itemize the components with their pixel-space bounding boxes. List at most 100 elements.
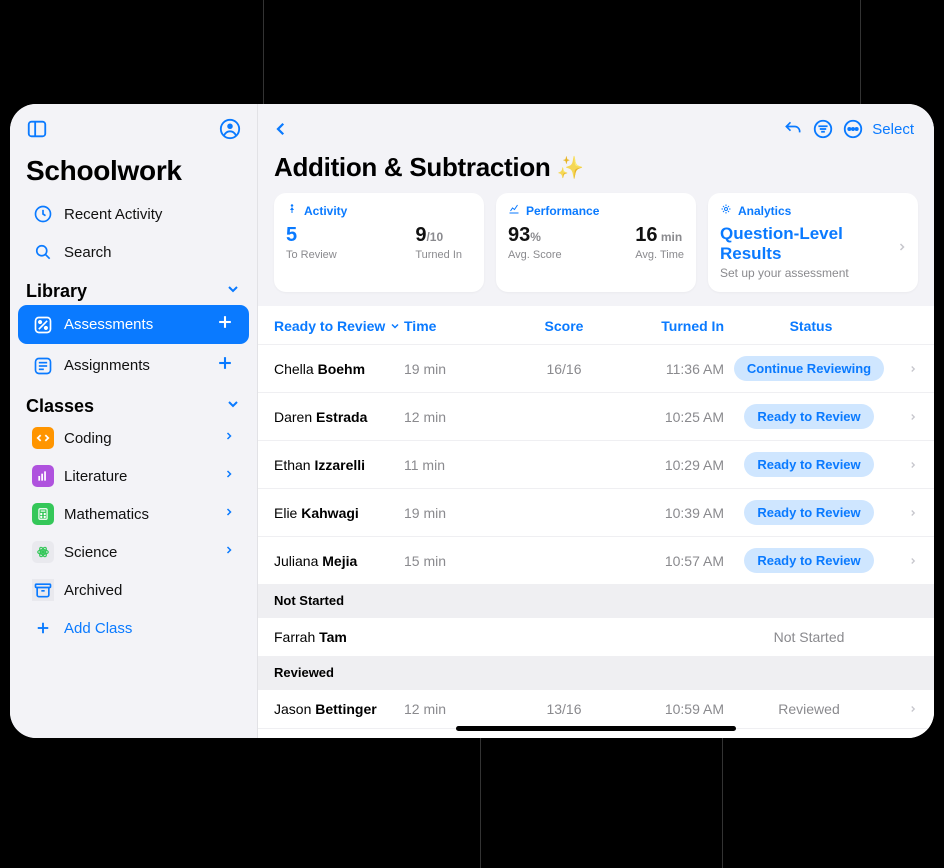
coding-icon xyxy=(32,427,54,449)
sidebar-search[interactable]: Search xyxy=(18,234,249,270)
performance-card[interactable]: Performance 93% Avg. Score 16 min Avg. T… xyxy=(496,193,696,292)
status-pill[interactable]: Continue Reviewing xyxy=(734,356,884,381)
turned-in-cell: 10:59 AM xyxy=(624,701,724,717)
status-text: Reviewed xyxy=(778,701,839,717)
back-button[interactable] xyxy=(266,114,296,144)
sidebar-item-label: Assignments xyxy=(64,357,150,374)
sidebar-toggle-icon[interactable] xyxy=(26,118,48,145)
sidebar-item-coding[interactable]: Coding xyxy=(18,420,249,456)
header-turned-in[interactable]: Turned In xyxy=(624,318,724,334)
more-button[interactable] xyxy=(838,114,868,144)
results-table: Ready to Review Time Score Turned In Sta… xyxy=(258,306,934,738)
status-cell: Ready to Review xyxy=(724,500,894,525)
chevron-down-icon xyxy=(389,320,401,332)
toolbar: Select xyxy=(258,104,934,144)
analytics-subtitle: Set up your assessment xyxy=(720,266,906,280)
sidebar-item-label: Archived xyxy=(64,582,122,599)
library-section-header[interactable]: Library xyxy=(10,271,257,304)
analytics-title: Question-Level Results xyxy=(720,224,906,264)
home-indicator[interactable] xyxy=(456,726,736,731)
time-cell: 11 min xyxy=(404,457,504,473)
page-title: Addition & Subtraction ✨ xyxy=(258,144,934,193)
turned-in-cell: 10:25 AM xyxy=(624,409,724,425)
activity-card[interactable]: Activity 5 To Review 9/10 Turned In xyxy=(274,193,484,292)
analytics-card[interactable]: Analytics Question-Level Results Set up … xyxy=(708,193,918,292)
page-title-text: Addition & Subtraction xyxy=(274,152,550,183)
summary-cards: Activity 5 To Review 9/10 Turned In xyxy=(258,193,934,292)
time-cell: 15 min xyxy=(404,553,504,569)
sidebar-item-label: Mathematics xyxy=(64,506,149,523)
student-name: Ethan Izzarelli xyxy=(274,457,404,473)
percent-icon xyxy=(32,314,54,336)
status-cell: Ready to Review xyxy=(724,404,894,429)
table-row[interactable]: Juliana Mejia 15 min 10:57 AM Ready to R… xyxy=(258,536,934,584)
sidebar-item-assignments[interactable]: Assignments xyxy=(18,346,249,385)
header-time[interactable]: Time xyxy=(404,318,504,334)
classes-section-header[interactable]: Classes xyxy=(10,386,257,419)
chevron-right-icon xyxy=(223,429,235,447)
reviewed-group-header: Reviewed xyxy=(258,656,934,689)
not-started-group-header: Not Started xyxy=(258,584,934,617)
status-text: Not Started xyxy=(774,629,845,645)
sidebar-item-label: Coding xyxy=(64,430,112,447)
section-label: Library xyxy=(26,281,87,302)
select-button[interactable]: Select xyxy=(868,121,918,138)
chevron-right-icon xyxy=(894,553,918,569)
sidebar-item-label: Assessments xyxy=(64,316,153,333)
score-cell: 16/16 xyxy=(504,361,624,377)
sidebar-item-label: Recent Activity xyxy=(64,206,162,223)
math-icon xyxy=(32,503,54,525)
sidebar: Schoolwork Recent Activity Search Librar… xyxy=(10,104,258,738)
plus-icon xyxy=(32,617,54,639)
table-header-row: Ready to Review Time Score Turned In Sta… xyxy=(258,306,934,344)
status-pill[interactable]: Ready to Review xyxy=(744,500,873,525)
sidebar-item-assessments[interactable]: Assessments xyxy=(18,305,249,344)
status-pill[interactable]: Ready to Review xyxy=(744,452,873,477)
table-row[interactable]: Ethan Izzarelli 11 min 10:29 AM Ready to… xyxy=(258,440,934,488)
header-status[interactable]: Status xyxy=(724,318,918,334)
time-cell: 12 min xyxy=(404,409,504,425)
header-score[interactable]: Score xyxy=(504,318,624,334)
profile-icon[interactable] xyxy=(219,118,241,145)
undo-button[interactable] xyxy=(778,114,808,144)
sidebar-item-label: Add Class xyxy=(64,620,132,637)
table-row[interactable]: Farrah Tam Not Started xyxy=(258,617,934,656)
avg-time-label: Avg. Time xyxy=(635,249,684,261)
student-name: Jason Bettinger xyxy=(274,701,404,717)
header-name[interactable]: Ready to Review xyxy=(274,318,404,334)
sidebar-item-literature[interactable]: Literature xyxy=(18,458,249,494)
table-row[interactable]: Elie Kahwagi 19 min 10:39 AM Ready to Re… xyxy=(258,488,934,536)
table-row[interactable]: Jason Bettinger 12 min 13/16 10:59 AM Re… xyxy=(258,689,934,728)
score-cell: 13/16 xyxy=(504,701,624,717)
add-icon[interactable] xyxy=(215,353,235,378)
sidebar-item-archived[interactable]: Archived xyxy=(18,572,249,608)
clock-icon xyxy=(32,203,54,225)
sidebar-add-class[interactable]: Add Class xyxy=(18,610,249,646)
callout-line xyxy=(263,0,264,104)
sparkle-icon: ✨ xyxy=(556,155,583,181)
list-icon xyxy=(32,355,54,377)
add-icon[interactable] xyxy=(215,312,235,337)
table-row[interactable]: Daren Estrada 12 min 10:25 AM Ready to R… xyxy=(258,392,934,440)
app-title: Schoolwork xyxy=(10,147,257,195)
science-icon xyxy=(32,541,54,563)
status-cell: Ready to Review xyxy=(724,548,894,573)
status-pill[interactable]: Ready to Review xyxy=(744,548,873,573)
status-pill[interactable]: Ready to Review xyxy=(744,404,873,429)
card-head-label: Performance xyxy=(526,204,599,218)
person-icon xyxy=(286,203,298,218)
chevron-down-icon xyxy=(225,396,241,417)
chevron-right-icon xyxy=(223,505,235,523)
turned-in-cell: 10:29 AM xyxy=(624,457,724,473)
sidebar-item-science[interactable]: Science xyxy=(18,534,249,570)
sidebar-recent-activity[interactable]: Recent Activity xyxy=(18,196,249,232)
table-row[interactable]: Chella Boehm 19 min 16/16 11:36 AM Conti… xyxy=(258,344,934,392)
chevron-down-icon xyxy=(225,281,241,302)
callout-line xyxy=(860,0,861,104)
filter-button[interactable] xyxy=(808,114,838,144)
to-review-label: To Review xyxy=(286,249,337,261)
sidebar-item-mathematics[interactable]: Mathematics xyxy=(18,496,249,532)
student-name: Daren Estrada xyxy=(274,409,404,425)
chevron-right-icon xyxy=(896,237,908,258)
turned-in-label: Turned In xyxy=(415,249,462,261)
